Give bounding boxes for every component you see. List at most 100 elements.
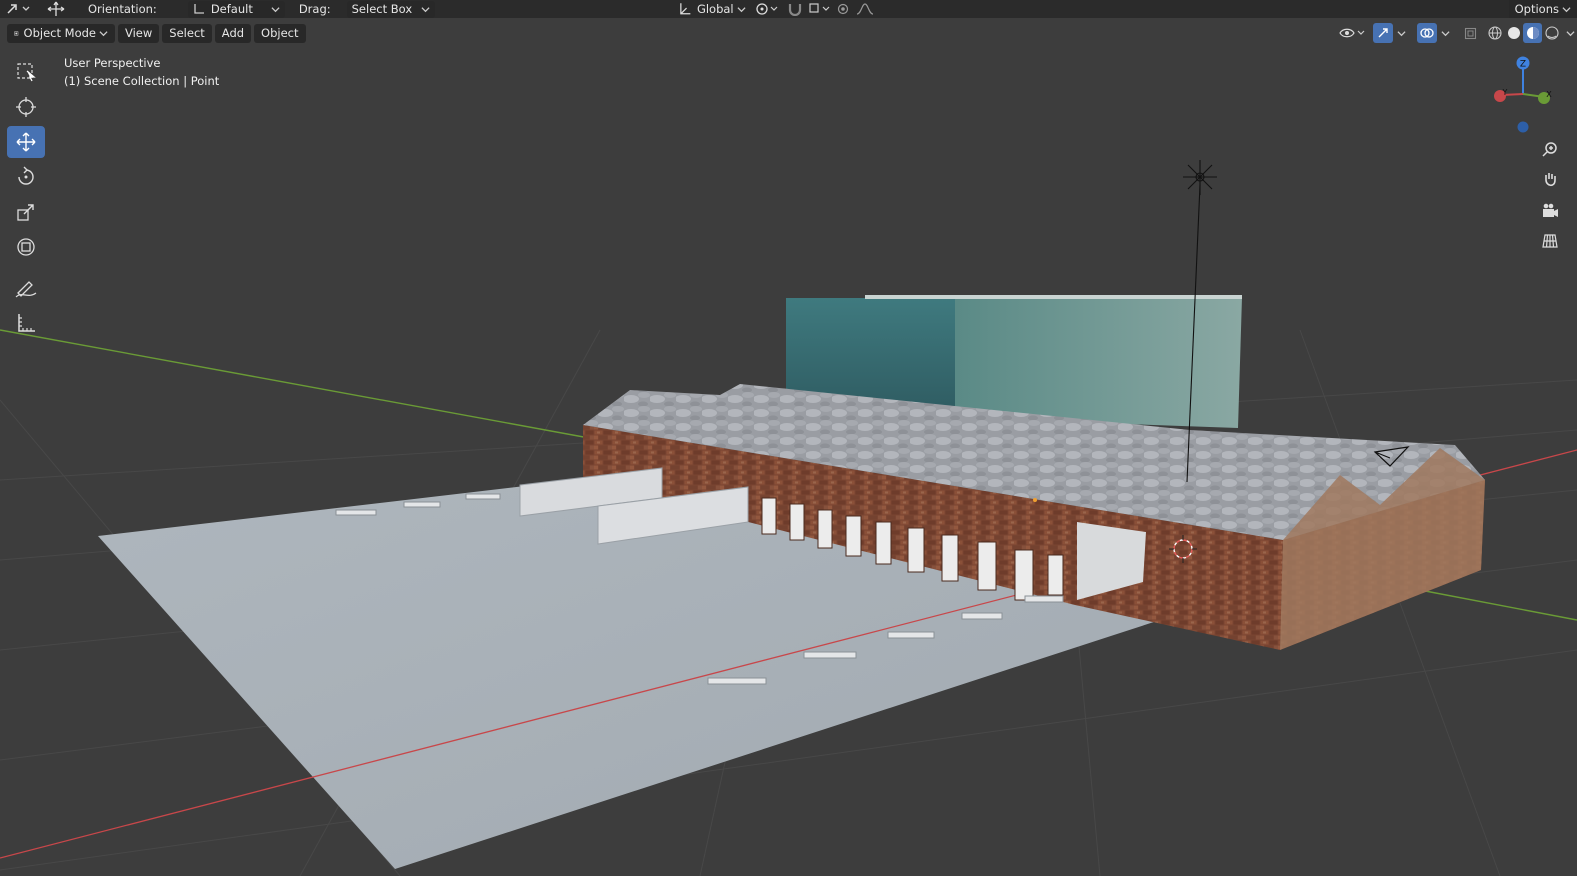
tool-scale[interactable] bbox=[7, 196, 45, 228]
pivot-point-button[interactable] bbox=[751, 0, 783, 18]
navigation-gizmo[interactable]: Z Y X bbox=[1488, 52, 1564, 136]
shading-solid-button[interactable] bbox=[1504, 23, 1523, 43]
menu-select[interactable]: Select bbox=[162, 23, 212, 43]
toolbar bbox=[6, 56, 46, 342]
overlays-toggle-button[interactable] bbox=[1417, 23, 1437, 43]
orientation-label: Orientation: bbox=[88, 2, 157, 16]
viewport-header: Object Mode View Select Add Object bbox=[0, 22, 1577, 44]
menu-object-label: Object bbox=[261, 26, 299, 40]
transform-pivot-button[interactable] bbox=[38, 0, 74, 18]
shading-material-button[interactable] bbox=[1523, 23, 1542, 43]
tool-move[interactable] bbox=[7, 126, 45, 158]
ortho-toggle-button[interactable] bbox=[1536, 227, 1564, 255]
pivot-point-icon bbox=[755, 3, 778, 15]
falloff-button[interactable] bbox=[853, 0, 877, 18]
options-dropdown[interactable]: Options bbox=[1508, 0, 1577, 18]
menu-select-label: Select bbox=[169, 26, 205, 40]
options-label: Options bbox=[1514, 2, 1559, 16]
menu-view-label: View bbox=[125, 26, 153, 40]
object-mode-icon bbox=[14, 31, 19, 35]
chevron-down-icon bbox=[1441, 30, 1450, 36]
transform-orientation-dropdown[interactable]: Global bbox=[673, 1, 751, 18]
ortho-grid-icon bbox=[1542, 234, 1558, 248]
zoom-icon bbox=[1542, 142, 1557, 157]
measure-icon bbox=[18, 314, 35, 332]
chevron-down-icon bbox=[1566, 30, 1575, 36]
chevron-down-icon bbox=[99, 30, 108, 36]
collection-info: (1) Scene Collection | Point bbox=[64, 74, 220, 88]
annotate-icon bbox=[15, 281, 37, 298]
camera-icon bbox=[1543, 203, 1558, 217]
chevron-down-icon bbox=[1562, 6, 1571, 12]
xray-toggle-button[interactable] bbox=[1459, 23, 1481, 43]
gizmo-x-label: X bbox=[1546, 90, 1552, 99]
drag-value: Select Box bbox=[351, 2, 413, 16]
gizmo-toggle-button[interactable] bbox=[1373, 23, 1393, 43]
snap-target-button[interactable] bbox=[807, 0, 833, 18]
shading-rendered-button[interactable] bbox=[1542, 23, 1561, 43]
menu-view[interactable]: View bbox=[118, 23, 160, 43]
zoom-button[interactable] bbox=[1536, 136, 1564, 164]
orientation-value: Default bbox=[210, 2, 253, 16]
teal-building-side bbox=[955, 297, 1242, 428]
gizmo-dropdown[interactable] bbox=[1393, 23, 1407, 43]
snap-toggle-button[interactable] bbox=[783, 0, 807, 18]
transform-space-value: Global bbox=[696, 2, 734, 16]
proportional-edit-icon bbox=[837, 3, 848, 15]
y-axis-line bbox=[0, 329, 601, 441]
tool-annotate[interactable] bbox=[7, 272, 45, 304]
drag-dropdown[interactable]: Select Box bbox=[346, 0, 435, 18]
transform-icon bbox=[17, 238, 35, 256]
menu-add[interactable]: Add bbox=[214, 23, 252, 43]
chevron-down-icon bbox=[737, 6, 746, 12]
tool-cursor[interactable] bbox=[7, 91, 45, 123]
y-axis-line-right bbox=[1419, 589, 1577, 621]
drag-label: Drag: bbox=[298, 2, 331, 16]
tool-transform[interactable] bbox=[7, 231, 45, 263]
tool-select-box[interactable] bbox=[7, 56, 45, 88]
cursor-icon bbox=[16, 97, 36, 117]
rotate-icon bbox=[18, 166, 34, 185]
chevron-down-icon bbox=[271, 6, 280, 12]
move-icon bbox=[16, 132, 36, 152]
xray-icon bbox=[1464, 27, 1476, 39]
viewport-info: User Perspective (1) Scene Collection | … bbox=[64, 54, 219, 90]
view-name: User Perspective bbox=[64, 56, 161, 70]
chevron-down-icon bbox=[1397, 30, 1406, 36]
magnet-icon bbox=[788, 4, 801, 16]
material-sphere-icon bbox=[1526, 27, 1539, 39]
tool-measure[interactable] bbox=[7, 307, 45, 339]
object-origin bbox=[1033, 498, 1037, 502]
shading-wireframe-button[interactable] bbox=[1485, 23, 1504, 43]
camera-view-button[interactable] bbox=[1536, 197, 1564, 225]
selectability-visibility-button[interactable] bbox=[1337, 23, 1367, 43]
wireframe-sphere-icon bbox=[1487, 26, 1502, 40]
snap-increment-icon bbox=[809, 3, 830, 13]
pan-button[interactable] bbox=[1536, 166, 1564, 194]
editor-type-icon bbox=[7, 4, 30, 14]
gizmo-z-neg-axis[interactable] bbox=[1517, 121, 1529, 133]
mode-dropdown[interactable]: Object Mode bbox=[7, 23, 115, 43]
scale-icon bbox=[17, 204, 34, 221]
orientation-dropdown[interactable]: Default bbox=[187, 0, 285, 18]
rendered-sphere-icon bbox=[1544, 26, 1559, 40]
overlays-dropdown[interactable] bbox=[1437, 23, 1451, 43]
mode-value: Object Mode bbox=[23, 26, 96, 40]
tool-rotate[interactable] bbox=[7, 161, 45, 193]
falloff-curve-icon bbox=[856, 3, 873, 15]
shading-dropdown[interactable] bbox=[1561, 23, 1577, 43]
solid-sphere-icon bbox=[1507, 27, 1520, 39]
viewport-3d[interactable] bbox=[0, 0, 1577, 876]
menu-add-label: Add bbox=[221, 26, 245, 40]
gizmo-y-label: Y bbox=[1502, 88, 1508, 97]
global-axes-icon bbox=[679, 3, 690, 15]
move-arrows-icon bbox=[47, 1, 65, 16]
proportional-edit-button[interactable] bbox=[833, 0, 853, 18]
menu-object[interactable]: Object bbox=[254, 23, 306, 43]
gizmo-z-label: Z bbox=[1520, 60, 1526, 70]
pan-hand-icon bbox=[1545, 173, 1556, 187]
orientation-axes-icon bbox=[194, 4, 204, 14]
editor-type-button[interactable] bbox=[0, 0, 38, 18]
chevron-down-icon bbox=[421, 6, 430, 12]
overlays-icon bbox=[1420, 28, 1434, 38]
